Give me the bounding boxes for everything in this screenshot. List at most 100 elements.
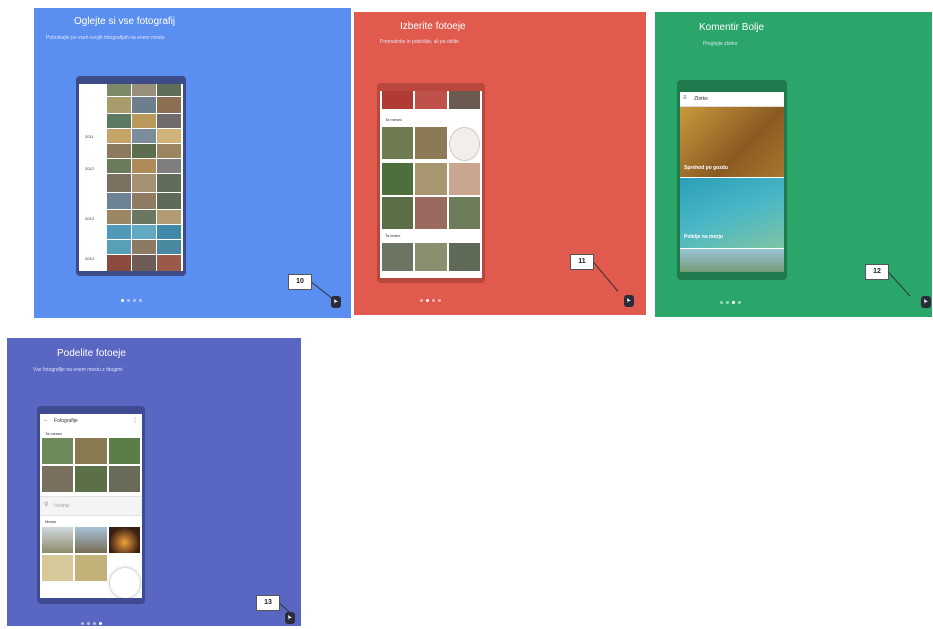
share-fab-button[interactable]	[110, 568, 140, 598]
photo-row[interactable]	[107, 84, 181, 96]
photo-grid	[382, 127, 480, 229]
app-bar-title: Fotografije	[54, 418, 78, 424]
page-dot[interactable]	[438, 299, 441, 302]
photo-row[interactable]	[107, 129, 181, 143]
year-label: 2013	[85, 216, 94, 221]
photo-thumb[interactable]	[108, 466, 140, 492]
photo-row[interactable]	[107, 210, 181, 224]
phone-screen: 2011 2012 2013 2014	[79, 84, 183, 271]
phone-mockup: ← Fotografije ⋮ Ta mesec ⚲ Iskanje Mesta	[37, 406, 145, 604]
panel-subtitle: Pobrskajte po vseh svojih fotografijah n…	[46, 35, 165, 41]
photo-thumb[interactable]	[75, 466, 107, 492]
page-dot[interactable]	[720, 301, 723, 304]
photo-thumb[interactable]	[382, 197, 414, 229]
page-dot[interactable]	[139, 299, 142, 302]
page-dot[interactable]	[432, 299, 435, 302]
page-dot[interactable]	[738, 301, 741, 304]
photo-row[interactable]	[107, 97, 181, 113]
page-dot[interactable]	[81, 622, 84, 625]
search-bar[interactable]: ⚲ Iskanje	[40, 496, 142, 516]
panel-title: Podelite fotoeje	[57, 348, 126, 359]
photo-row[interactable]	[107, 255, 181, 271]
photo-row[interactable]	[107, 225, 181, 239]
photo-thumb[interactable]	[382, 163, 414, 195]
photo-thumb[interactable]	[415, 197, 447, 229]
page-dot[interactable]	[87, 622, 90, 625]
annotation-arrow	[888, 272, 911, 297]
page-dot[interactable]	[726, 301, 729, 304]
page-dot[interactable]	[93, 622, 96, 625]
app-bar: ≡ Zbirke	[680, 92, 784, 107]
photo-thumb[interactable]	[448, 243, 480, 271]
step-badge: 11	[570, 254, 594, 270]
phone-mockup: Ta mesec Ta teden	[377, 83, 485, 283]
page-dot[interactable]	[99, 622, 102, 625]
more-icon[interactable]: ⋮	[132, 417, 138, 424]
page-indicator	[420, 299, 441, 302]
page-dot[interactable]	[420, 299, 423, 302]
page-indicator	[720, 301, 741, 304]
photo-thumb[interactable]	[42, 438, 74, 464]
photo-thumb[interactable]	[108, 527, 140, 553]
photo-thumb[interactable]	[42, 527, 74, 553]
photo-grid	[382, 243, 480, 271]
album-card[interactable]: Poletje na morju	[680, 178, 784, 248]
photo-thumb[interactable]	[75, 438, 107, 464]
photo-row[interactable]	[107, 193, 181, 209]
album-card[interactable]	[680, 249, 784, 272]
photo-thumb[interactable]	[382, 243, 414, 271]
photo-row[interactable]	[107, 159, 181, 173]
app-bar-title: Zbirke	[694, 96, 708, 102]
photo-thumb[interactable]	[415, 243, 447, 271]
cursor-icon	[285, 612, 295, 624]
step-badge: 10	[288, 274, 312, 290]
photo-thumb[interactable]	[448, 197, 480, 229]
app-bar: ← Fotografije ⋮	[40, 414, 142, 428]
photo-thumb[interactable]	[415, 127, 447, 159]
photo-thumb[interactable]	[75, 527, 107, 553]
panel-title: Oglejte si vse fotografij	[74, 16, 176, 27]
step-badge: 12	[865, 264, 889, 280]
page-indicator	[81, 622, 102, 625]
phone-screen: Ta mesec Ta teden	[380, 91, 482, 278]
page-dot[interactable]	[426, 299, 429, 302]
year-label: 2012	[85, 166, 94, 171]
photo-thumb[interactable]	[448, 163, 480, 195]
selected-check[interactable]	[448, 127, 480, 161]
page-dot[interactable]	[127, 299, 130, 302]
photo-thumb[interactable]	[448, 91, 480, 109]
page-indicator	[121, 299, 142, 302]
panel-subtitle: Premaknite in pobrišite, ali pa delite	[380, 39, 459, 45]
photo-thumb[interactable]	[42, 555, 74, 581]
onboarding-panel-2: Izberite fotoeje Premaknite in pobrišite…	[354, 12, 646, 315]
photo-thumb[interactable]	[382, 91, 414, 109]
back-icon[interactable]: ←	[43, 417, 49, 423]
photo-thumb[interactable]	[415, 163, 447, 195]
page-dot[interactable]	[121, 299, 124, 302]
photo-row[interactable]	[107, 174, 181, 192]
photo-row[interactable]	[107, 144, 181, 158]
page-dot[interactable]	[133, 299, 136, 302]
search-icon: ⚲	[44, 502, 49, 508]
photo-row[interactable]	[107, 240, 181, 254]
step-badge: 13	[256, 595, 280, 611]
onboarding-panel-1: Oglejte si vse fotografij Pobrskajte po …	[34, 8, 351, 318]
search-placeholder: Iskanje	[54, 503, 70, 509]
page-dot[interactable]	[732, 301, 735, 304]
section-label: Ta teden	[385, 233, 401, 238]
photo-row[interactable]	[107, 114, 181, 128]
album-card[interactable]: Sprehod po gozdu	[680, 107, 784, 177]
photo-thumb[interactable]	[108, 438, 140, 464]
menu-icon[interactable]: ≡	[683, 95, 687, 101]
album-caption: Sprehod po gozdu	[684, 165, 728, 171]
photo-thumb[interactable]	[415, 91, 447, 109]
photo-thumb[interactable]	[42, 466, 74, 492]
photo-thumb[interactable]	[75, 555, 107, 581]
cursor-icon	[331, 296, 341, 308]
phone-screen: ≡ Zbirke Sprehod po gozdu Poletje na mor…	[680, 92, 784, 272]
cursor-icon	[624, 295, 634, 307]
panel-subtitle: Vse fotografije na enem mestu z drugimi	[33, 367, 123, 373]
onboarding-panel-4: Podelite fotoeje Vse fotografije na enem…	[7, 338, 301, 626]
annotation-arrow	[311, 282, 333, 299]
photo-thumb[interactable]	[382, 127, 414, 159]
